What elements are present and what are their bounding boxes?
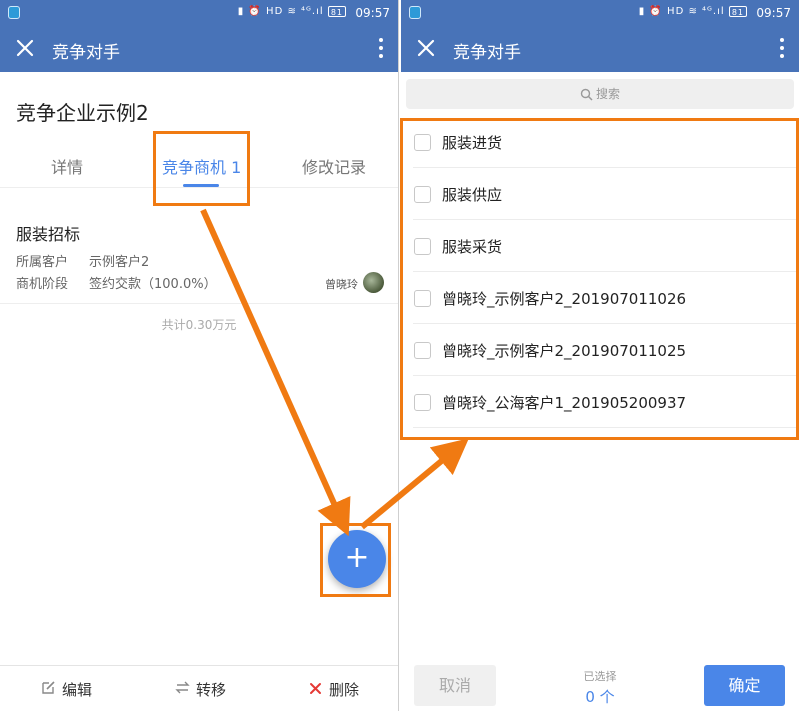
system-status-icons: ▮ ⏰ HD ≋ ⁴ᴳ.ıl 81 <box>238 6 346 17</box>
search-placeholder: 搜索 <box>595 87 620 101</box>
edit-label: 编辑 <box>62 681 93 699</box>
opportunity-card[interactable]: 服装招标 所属客户 示例客户2 商机阶段 签约交款（100.0%） 曾晓玲 <box>0 206 398 304</box>
customer-value: 示例客户2 <box>89 255 150 270</box>
system-status-icons: ▮ ⏰ HD ≋ ⁴ᴳ.ıl 81 <box>639 6 747 17</box>
list-item-label: 曾晓玲_示例客户2_201907011026 <box>442 290 687 308</box>
stage-value: 签约交款（100.0%） <box>89 277 217 292</box>
tab-details[interactable]: 详情 <box>51 154 83 178</box>
active-tab-indicator <box>183 184 219 187</box>
right-screen: ▮ ⏰ HD ≋ ⁴ᴳ.ıl 81 09:57 竞争对手 搜索 服装进货 服装供… <box>401 0 799 711</box>
checkbox[interactable] <box>414 342 431 359</box>
edit-icon <box>40 680 56 699</box>
list-item[interactable]: 曾晓玲_示例客户2_201907011026 <box>413 272 799 324</box>
tab-bar: 详情 竞争商机 1 修改记录 <box>0 140 398 188</box>
bottom-action-bar: 编辑 转移 删除 <box>0 665 398 711</box>
page-title: 竞争对手 <box>453 43 521 63</box>
checkbox[interactable] <box>414 238 431 255</box>
left-screen: ▮ ⏰ HD ≋ ⁴ᴳ.ıl 81 09:57 竞争对手 竞争企业示例2 详情 … <box>0 0 399 711</box>
transfer-label: 转移 <box>196 681 227 699</box>
list-item[interactable]: 曾晓玲_公海客户1_201905200937 <box>413 376 799 428</box>
checkbox[interactable] <box>414 290 431 307</box>
confirm-button[interactable]: 确定 <box>704 665 785 706</box>
close-icon[interactable] <box>413 35 439 61</box>
close-icon[interactable] <box>12 35 38 61</box>
customer-row: 所属客户 示例客户2 <box>16 251 149 270</box>
status-bar: ▮ ⏰ HD ≋ ⁴ᴳ.ıl 81 09:57 <box>0 0 398 26</box>
page-title: 竞争对手 <box>52 43 120 63</box>
checkbox[interactable] <box>414 394 431 411</box>
checkbox[interactable] <box>414 134 431 151</box>
status-time: 09:57 <box>756 6 791 20</box>
app-notification-icon <box>8 6 20 19</box>
list-item-label: 服装采货 <box>442 238 503 256</box>
edit-button[interactable]: 编辑 <box>40 679 92 700</box>
tab-competing-opportunities[interactable]: 竞争商机 1 <box>162 154 241 178</box>
list-item-label: 曾晓玲_示例客户2_201907011025 <box>442 342 687 360</box>
add-button[interactable]: + <box>328 530 386 588</box>
list-item-label: 曾晓玲_公海客户1_201905200937 <box>442 394 687 412</box>
owner-name: 曾晓玲 <box>325 278 358 291</box>
opportunity-name: 服装招标 <box>16 225 81 244</box>
battery-icon: 81 <box>327 6 346 17</box>
delete-label: 删除 <box>329 681 360 699</box>
checkbox[interactable] <box>414 186 431 203</box>
opportunity-list: 服装进货 服装供应 服装采货 曾晓玲_示例客户2_201907011026 曾晓… <box>401 116 799 428</box>
transfer-button[interactable]: 转移 <box>174 679 226 700</box>
list-item-label: 服装供应 <box>442 186 503 204</box>
list-item[interactable]: 服装采货 <box>413 220 799 272</box>
owner-avatar <box>363 272 384 293</box>
stage-label: 商机阶段 <box>16 277 69 292</box>
more-menu-icon[interactable] <box>779 36 785 60</box>
customer-label: 所属客户 <box>16 255 69 270</box>
delete-icon <box>307 681 323 699</box>
app-bar: 竞争对手 <box>401 26 799 72</box>
app-bar: 竞争对手 <box>0 26 398 72</box>
stage-row: 商机阶段 签约交款（100.0%） <box>16 273 217 292</box>
list-item-label: 服装进货 <box>442 134 503 152</box>
list-item[interactable]: 服装供应 <box>413 168 799 220</box>
list-item[interactable]: 曾晓玲_示例客户2_201907011025 <box>413 324 799 376</box>
battery-icon: 81 <box>728 6 747 17</box>
app-notification-icon <box>409 6 421 19</box>
list-item[interactable]: 服装进货 <box>413 116 799 168</box>
more-menu-icon[interactable] <box>378 36 384 60</box>
status-time: 09:57 <box>355 6 390 20</box>
tab-change-log[interactable]: 修改记录 <box>302 154 366 178</box>
company-name: 竞争企业示例2 <box>16 101 149 125</box>
delete-button[interactable]: 删除 <box>307 679 359 700</box>
total-amount: 共计0.30万元 <box>161 318 237 332</box>
search-input[interactable]: 搜索 <box>406 79 794 109</box>
selection-footer: 取消 已选择 0 个 确定 <box>401 664 799 711</box>
status-bar: ▮ ⏰ HD ≋ ⁴ᴳ.ıl 81 09:57 <box>401 0 799 26</box>
transfer-icon <box>174 680 190 699</box>
search-icon <box>580 88 593 101</box>
